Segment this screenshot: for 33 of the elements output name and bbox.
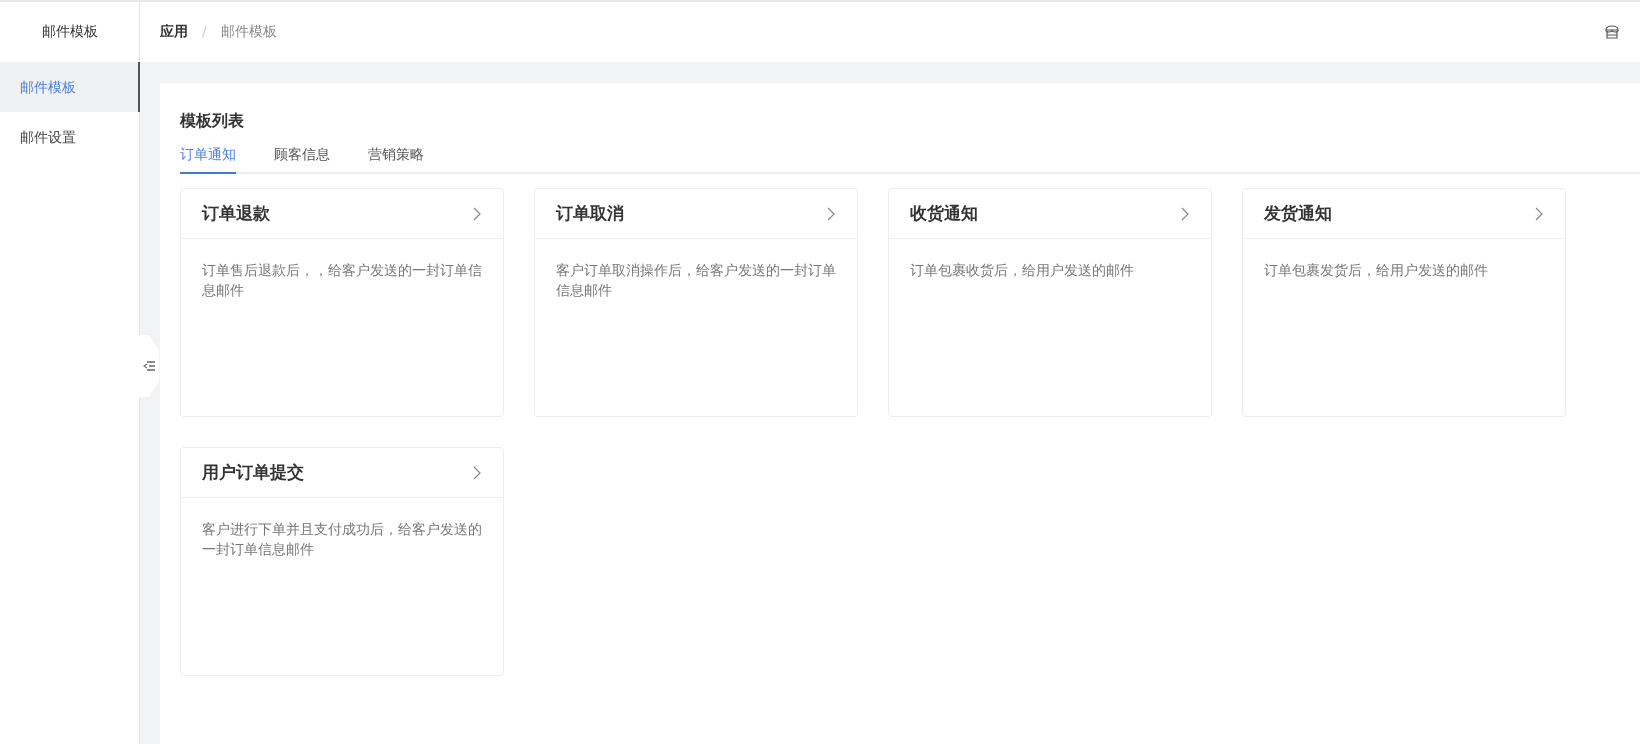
template-card[interactable]: 发货通知 订单包裹发货后，给用户发送的邮件	[1242, 188, 1566, 417]
card-description: 客户进行下单并且支付成功后，给客户发送的一封订单信息邮件	[201, 520, 483, 559]
sidebar-menu-item[interactable]: 邮件设置	[0, 112, 140, 162]
breadcrumb-current: 邮件模板	[220, 23, 277, 41]
chevron-right-icon[interactable]	[1535, 206, 1543, 221]
card-description: 订单包裹发货后，给用户发送的邮件	[1263, 261, 1489, 280]
section-title: 模板列表	[180, 111, 245, 132]
breadcrumb-separator: /	[202, 23, 207, 41]
template-card[interactable]: 用户订单提交 客户进行下单并且支付成功后，给客户发送的一封订单信息邮件	[180, 447, 504, 676]
card-title: 订单取消	[556, 202, 624, 225]
collapse-handle[interactable]	[139, 335, 159, 397]
tab[interactable]: 顾客信息	[274, 146, 330, 174]
chevron-right-icon[interactable]	[827, 206, 835, 221]
card-description: 客户订单取消操作后，给客户发送的一封订单信息邮件	[555, 261, 837, 300]
chevron-right-icon[interactable]	[473, 465, 481, 480]
sidebar-menu-item[interactable]: 邮件模板	[0, 62, 140, 112]
card-title: 收货通知	[910, 202, 978, 225]
template-card[interactable]: 订单取消 客户订单取消操作后，给客户发送的一封订单信息邮件	[534, 188, 858, 417]
card-description: 订单售后退款后，，给客户发送的一封订单信息邮件	[201, 261, 483, 300]
card-title: 发货通知	[1264, 202, 1332, 225]
card-title: 订单退款	[202, 202, 270, 225]
template-card[interactable]: 订单退款 订单售后退款后，，给客户发送的一封订单信息邮件	[180, 188, 504, 417]
card-description: 订单包裹收货后，给用户发送的邮件	[909, 261, 1135, 280]
collapse-menu-icon	[143, 361, 155, 371]
store-icon[interactable]	[1604, 25, 1620, 39]
card-title: 用户订单提交	[202, 461, 304, 484]
tab[interactable]: 订单通知	[180, 146, 236, 174]
tab[interactable]: 营销策略	[368, 146, 424, 174]
app-title: 邮件模板	[41, 23, 98, 41]
template-card[interactable]: 收货通知 订单包裹收货后，给用户发送的邮件	[888, 188, 1212, 417]
breadcrumb-link[interactable]: 应用	[160, 23, 188, 41]
chevron-right-icon[interactable]	[473, 206, 481, 221]
chevron-right-icon[interactable]	[1181, 206, 1189, 221]
